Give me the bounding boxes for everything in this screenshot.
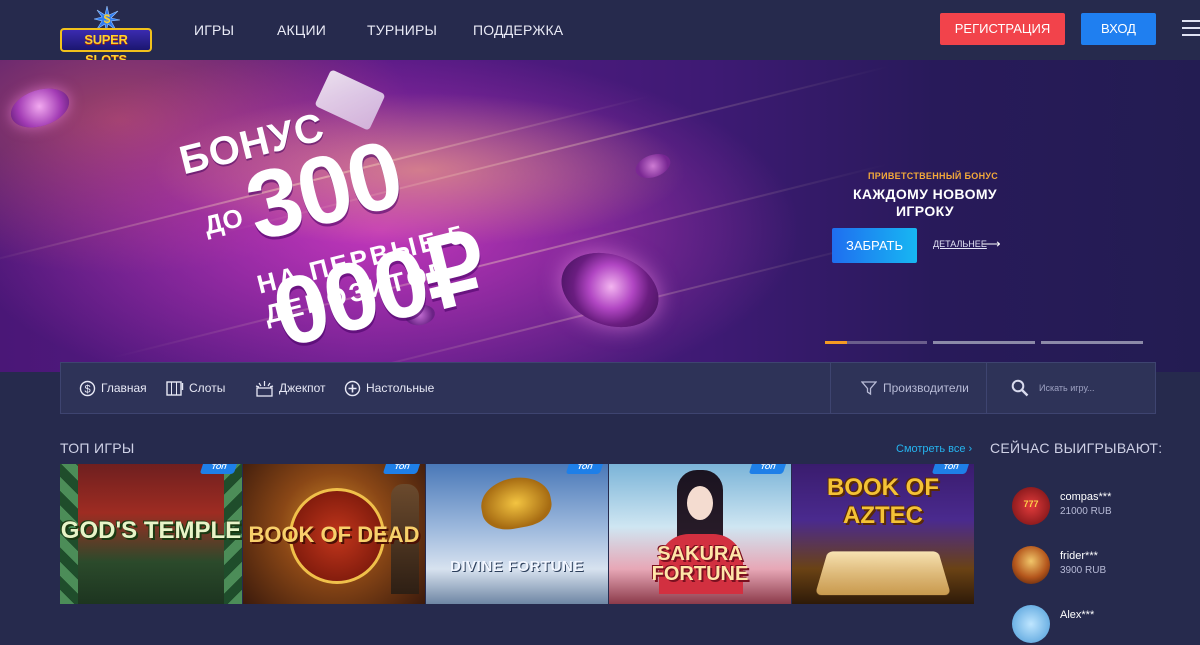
winner-amount: 21000 RUB bbox=[1060, 506, 1112, 517]
category-table[interactable]: Настольные bbox=[344, 363, 434, 413]
slide-progress-fill bbox=[825, 341, 848, 344]
filter-icon bbox=[861, 381, 877, 396]
game-title: SAKURA FORTUNE bbox=[651, 543, 749, 585]
top-badge: ТОП bbox=[931, 464, 971, 474]
divider bbox=[830, 363, 831, 413]
category-slots[interactable]: Слоты bbox=[166, 363, 225, 413]
arrow-right-icon[interactable]: ⟶ bbox=[982, 236, 1001, 252]
nav-tournaments[interactable]: ТУРНИРЫ bbox=[367, 0, 437, 60]
top-badge: ТОП bbox=[565, 464, 605, 474]
category-home[interactable]: $ Главная bbox=[79, 363, 147, 413]
slide-indicator-3[interactable] bbox=[1041, 341, 1143, 344]
winner-name: Alex*** bbox=[1060, 609, 1095, 621]
category-bar: $ Главная Слоты Джекпот Настольные Произ… bbox=[60, 362, 1156, 414]
chevron-right-icon: › bbox=[968, 443, 973, 455]
game-title: BOOK OF DEAD bbox=[248, 522, 420, 547]
category-home-label: Главная bbox=[101, 381, 147, 395]
casino-chip-image bbox=[5, 81, 75, 135]
winner-item[interactable]: 777 compas*** 21000 RUB bbox=[1012, 487, 1192, 527]
category-jackpot[interactable]: Джекпот bbox=[255, 363, 325, 413]
welcome-bonus-title: КАЖДОМУ НОВОМУ ИГРОКУ bbox=[850, 186, 1000, 220]
game-tile[interactable]: DIVINE FORTUNE ТОП bbox=[426, 464, 608, 604]
top-badge: ТОП bbox=[748, 464, 788, 474]
top-badge: ТОП bbox=[382, 464, 422, 474]
category-table-label: Настольные bbox=[366, 381, 435, 395]
game-title: DIVINE FORTUNE bbox=[450, 558, 584, 575]
divider bbox=[986, 363, 987, 413]
category-slots-label: Слоты bbox=[189, 381, 226, 395]
slot-icon bbox=[166, 380, 184, 396]
see-all-link[interactable]: Смотреть все › bbox=[896, 443, 972, 455]
bonus-prefix: ДО bbox=[201, 202, 246, 241]
game-tile[interactable]: GOD'S TEMPLE ТОП bbox=[60, 464, 242, 604]
top-games-title: ТОП ИГРЫ bbox=[60, 440, 135, 456]
see-all-label: Смотреть все bbox=[896, 443, 966, 455]
winner-item[interactable]: Alex*** bbox=[1012, 605, 1192, 645]
logo-wordmark: SUPER SLOTS bbox=[60, 28, 152, 67]
slide-indicator-1[interactable] bbox=[825, 341, 927, 344]
login-button[interactable]: ВХОД bbox=[1081, 13, 1156, 45]
jackpot-icon bbox=[255, 380, 274, 397]
winner-amount: 3900 RUB bbox=[1060, 565, 1107, 576]
providers-filter[interactable]: Производители bbox=[861, 363, 969, 413]
game-avatar bbox=[1012, 546, 1050, 584]
claim-bonus-button[interactable]: ЗАБРАТЬ bbox=[832, 228, 917, 263]
welcome-bonus-label: ПРИВЕТСТВЕННЫЙ БОНУС bbox=[868, 171, 999, 181]
plus-circle-icon bbox=[344, 380, 361, 396]
site-header: $ SUPER SLOTS ИГРЫ АКЦИИ ТУРНИРЫ ПОДДЕРЖ… bbox=[0, 0, 1200, 67]
register-button[interactable]: РЕГИСТРАЦИЯ bbox=[940, 13, 1065, 45]
promo-text: БОНУС ДО 300 000₽ НА ПЕРВЫЕ 5 ДЕПОЗИТОВ bbox=[175, 63, 624, 372]
winners-title: СЕЙЧАС ВЫИГРЫВАЮТ: bbox=[990, 440, 1163, 456]
nav-promotions[interactable]: АКЦИИ bbox=[277, 0, 326, 60]
winner-name: frider*** bbox=[1060, 550, 1098, 562]
welcome-title-line2: ИГРОКУ bbox=[895, 203, 955, 219]
game-tile[interactable]: BOOK OF DEAD ТОП bbox=[243, 464, 425, 604]
game-tile[interactable]: BOOK OF AZTEC ТОП bbox=[792, 464, 974, 604]
search-icon bbox=[1011, 379, 1029, 397]
game-avatar bbox=[1012, 605, 1050, 643]
slide-indicator-2[interactable] bbox=[933, 341, 1035, 344]
hamburger-icon[interactable] bbox=[1182, 20, 1200, 38]
dollar-icon: $ bbox=[79, 380, 96, 396]
svg-text:$: $ bbox=[104, 12, 111, 26]
svg-text:$: $ bbox=[84, 383, 90, 395]
winner-item[interactable]: frider*** 3900 RUB bbox=[1012, 546, 1192, 586]
game-title: BOOK OF AZTEC bbox=[827, 474, 939, 529]
game-avatar: 777 bbox=[1012, 487, 1050, 525]
hero-banner: БОНУС ДО 300 000₽ НА ПЕРВЫЕ 5 ДЕПОЗИТОВ … bbox=[0, 60, 1200, 372]
game-title: GOD'S TEMPLE bbox=[60, 517, 242, 544]
winner-name: compas*** bbox=[1060, 491, 1112, 503]
nav-support[interactable]: ПОДДЕРЖКА bbox=[473, 0, 563, 60]
category-jackpot-label: Джекпот bbox=[279, 381, 326, 395]
casino-chip-image bbox=[632, 149, 674, 183]
providers-filter-label: Производители bbox=[883, 381, 969, 395]
site-logo[interactable]: $ SUPER SLOTS bbox=[60, 6, 152, 67]
top-badge: ТОП bbox=[199, 464, 239, 474]
welcome-title-line1: КАЖДОМУ НОВОМУ bbox=[852, 186, 998, 202]
nav-games[interactable]: ИГРЫ bbox=[194, 0, 234, 60]
details-link[interactable]: ДЕТАЛЬНЕЕ bbox=[933, 239, 987, 249]
search-input[interactable]: Искать игру... bbox=[1011, 363, 1095, 413]
search-placeholder: Искать игру... bbox=[1039, 383, 1095, 393]
game-tile[interactable]: SAKURA FORTUNE ТОП bbox=[609, 464, 791, 604]
